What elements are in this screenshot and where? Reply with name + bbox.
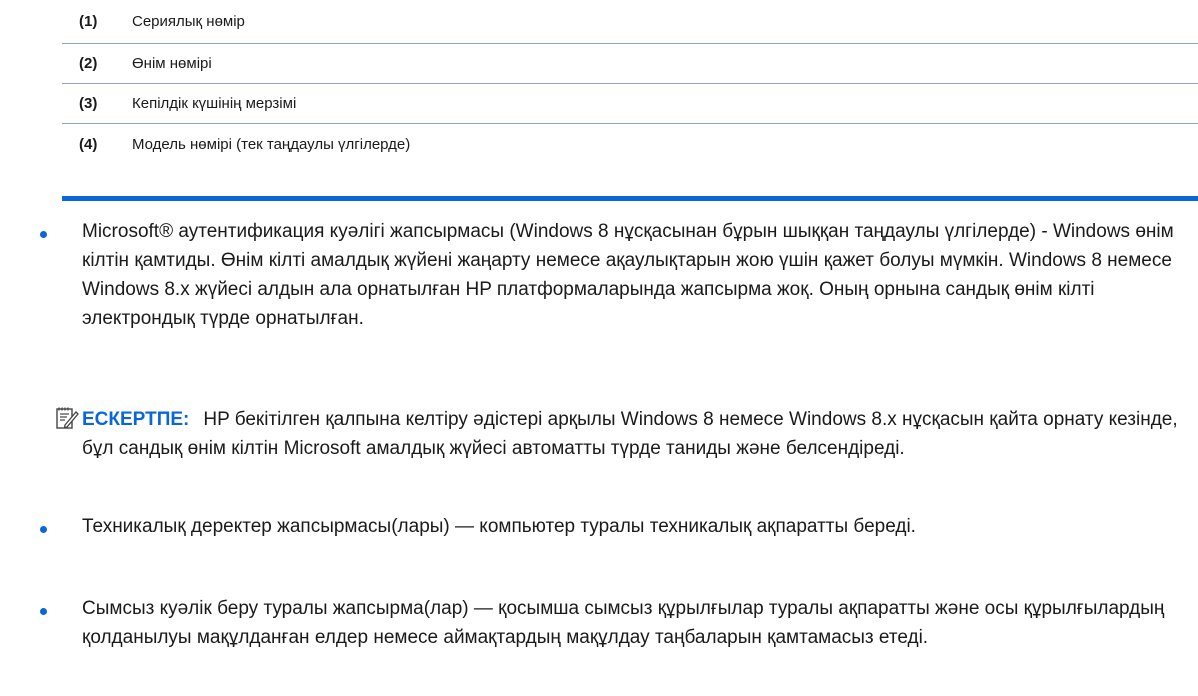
bullet-dot — [40, 526, 47, 533]
row-description: Модель нөмірі (тек таңдаулы үлгілерде) — [132, 135, 411, 153]
note-label: ЕСКЕРТПЕ: — [82, 409, 190, 430]
table-bottom-rule — [62, 196, 1198, 201]
bullet-dot — [40, 608, 47, 615]
row-number: (3) — [79, 95, 98, 112]
bullet-dot — [40, 231, 47, 238]
row-number: (1) — [79, 13, 98, 30]
row-description: Кепілдік күшінің мерзімі — [132, 95, 297, 112]
row-description: Сериялық нөмір — [132, 13, 245, 30]
note-icon — [56, 407, 79, 429]
table-row: (2) Өнім нөмірі — [62, 44, 1198, 84]
table-row: (3) Кепілдік күшінің мерзімі — [62, 84, 1198, 124]
note-text: HP бекітілген қалпына келтіру әдістері а… — [82, 409, 1178, 459]
bullet-paragraph-authentication: Microsoft® аутентификация куәлігі жапсыр… — [82, 221, 1174, 329]
bullet-paragraph-wireless: Сымсыз куәлік беру туралы жапсырма(лар) … — [82, 598, 1165, 648]
table-row: (4) Модель нөмірі (тек таңдаулы үлгілерд… — [62, 124, 1198, 164]
row-description: Өнім нөмірі — [132, 55, 212, 72]
spec-table: (1) Сериялық нөмір (2) Өнім нөмірі (3) К… — [62, 0, 1198, 164]
table-row: (1) Сериялық нөмір — [62, 0, 1198, 44]
row-number: (2) — [79, 55, 98, 72]
bullet-paragraph-technical-data: Техникалық деректер жапсырмасы(лары) — к… — [82, 516, 916, 537]
note-block: ЕСКЕРТПЕ: HP бекітілген қалпына келтіру ә… — [82, 405, 1182, 463]
row-number: (4) — [79, 135, 98, 153]
